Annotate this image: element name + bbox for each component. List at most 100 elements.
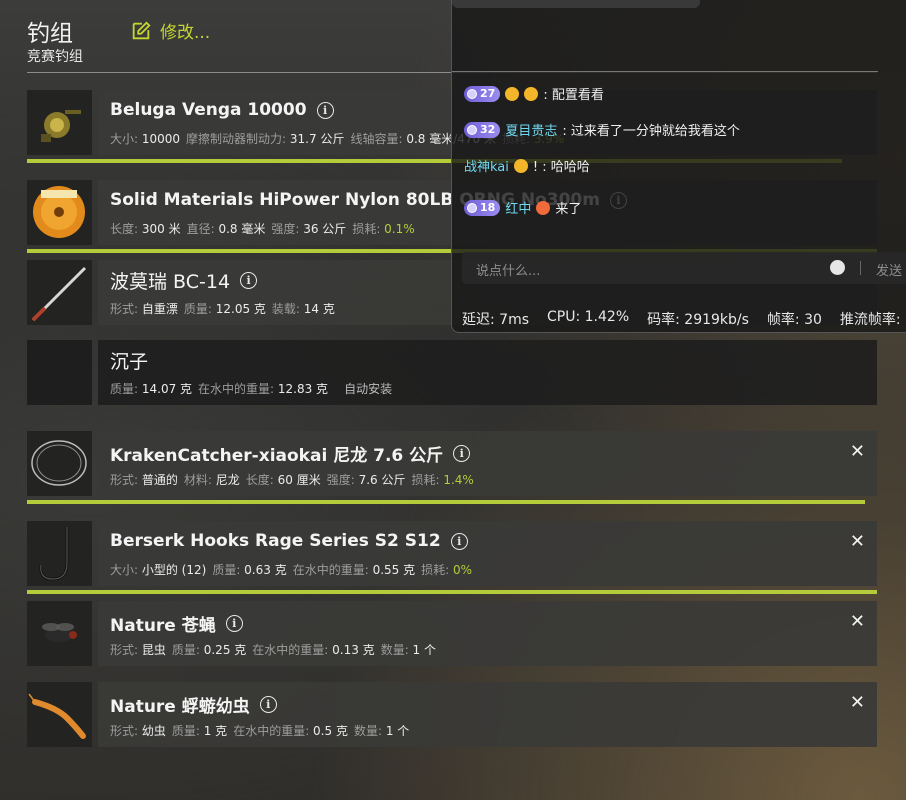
emoji-icon xyxy=(505,86,520,101)
prop-label: 质量: xyxy=(183,302,216,316)
level-badge: 32 xyxy=(464,121,501,138)
item-props: 形式: 普通的 材料: 尼龙 长度: 60 厘米 强度: 7.6 公斤 损耗: 1.4% xyxy=(110,471,480,488)
stream-stats: 延迟: 7ms CPU: 1.42% 码率: 2919kb/s 帧率: 30 推… xyxy=(462,309,906,329)
gem-icon xyxy=(467,202,477,213)
wear-bar xyxy=(27,590,877,594)
info-icon[interactable]: i xyxy=(453,445,471,462)
prop-label: 数量: xyxy=(353,724,386,738)
prop-value: 昆虫 xyxy=(141,643,166,657)
prop-value: 10000 xyxy=(141,132,181,146)
message-text: 来了 xyxy=(555,202,582,217)
prop-label: 大小: xyxy=(110,563,142,577)
prop-value: 14.07 克 xyxy=(141,382,193,396)
wear-bar xyxy=(27,500,865,504)
info-icon[interactable]: i xyxy=(316,101,334,119)
item-name: Berserk Hooks Rage Series S2 S12 xyxy=(110,531,441,551)
chat-username[interactable]: 红中 xyxy=(505,198,531,217)
tackle-card: Nature 蜉蝣幼虫 i 形式: 幼虫 质量: 1 克在水中的重量: 0.5 克数… xyxy=(98,682,877,747)
item-name: KrakenCatcher-xiaokai 尼龙 7.6 公斤 xyxy=(110,446,444,466)
item-name: Beluga Venga 10000 xyxy=(110,100,307,120)
tackle-row-hook[interactable]: Berserk Hooks Rage Series S2 S12 i 大小: 小型… xyxy=(27,521,877,594)
chat-top-tab xyxy=(452,0,700,8)
level-badge: 27 xyxy=(464,85,501,102)
prop-value: 1 克 xyxy=(203,724,228,738)
chat-message: 32 夏目贵志 : 过来看了一分钟就给我看这个 xyxy=(464,120,740,139)
prop-value: 0.8 毫米 xyxy=(218,222,266,236)
prop-label: 质量: xyxy=(171,724,204,738)
emoji-picker-icon[interactable] xyxy=(830,260,845,275)
prop-label: 大小: xyxy=(110,132,142,146)
tackle-row-bait-larva[interactable]: Nature 蜉蝣幼虫 i 形式: 幼虫 质量: 1 克在水中的重量: 0.5 克数… xyxy=(27,682,877,747)
close-icon[interactable]: ✕ xyxy=(850,441,865,462)
item-props: 形式: 幼虫 质量: 1 克在水中的重量: 0.5 克数量: 1 个 xyxy=(110,722,415,739)
tackle-card: Nature 苍蝇 i 形式: 昆虫 质量: 0.25 克在水中的重量: 0.13 … xyxy=(98,601,877,666)
chat-username[interactable]: 夏目贵志 xyxy=(505,120,557,139)
close-icon[interactable]: ✕ xyxy=(850,531,865,552)
tackle-row-leader[interactable]: KrakenCatcher-xiaokai 尼龙 7.6 公斤 i 形式: 普通的… xyxy=(27,431,877,504)
prop-value: 尼龙 xyxy=(215,473,240,487)
info-icon[interactable]: i xyxy=(240,272,258,289)
item-props: 质量: 14.07 克在水中的重量: 12.83 克 自动安装 xyxy=(110,380,398,397)
prop-label: 在水中的重量: xyxy=(233,724,314,738)
info-icon[interactable]: i xyxy=(259,696,277,713)
close-icon[interactable]: ✕ xyxy=(850,692,865,713)
chat-input[interactable]: 说点什么... 发送 xyxy=(462,252,906,284)
prop-value: 自重漂 xyxy=(141,302,178,316)
prop-label: 损耗: xyxy=(352,222,385,236)
prop-value: 0.63 克 xyxy=(244,563,287,577)
sinker-image xyxy=(27,340,92,405)
tackle-row-sinker[interactable]: 沉子 质量: 14.07 克在水中的重量: 12.83 克 自动安装 xyxy=(27,340,877,405)
info-icon[interactable]: i xyxy=(450,532,468,550)
prop-value: 12.83 克 xyxy=(277,382,329,396)
reel-image xyxy=(27,90,92,155)
prop-label: 质量: xyxy=(171,643,204,657)
gem-icon xyxy=(467,88,477,99)
message-text: : 过来看了一分钟就给我看这个 xyxy=(562,124,740,139)
prop-value: 普通的 xyxy=(141,473,178,487)
prop-label: 长度: xyxy=(110,222,142,236)
message-text: ! : 哈哈哈 xyxy=(532,160,590,175)
prop-label: 形式: xyxy=(110,302,142,316)
info-icon[interactable]: i xyxy=(225,615,243,632)
send-button[interactable]: 发送 xyxy=(876,260,902,279)
stat-bitrate: 码率: 2919kb/s xyxy=(647,312,749,328)
item-props: 形式: 自重漂 质量: 12.05 克装载: 14 克 xyxy=(110,300,341,317)
prop-label: 强度: xyxy=(271,222,304,236)
prop-value: 0.5 克 xyxy=(313,724,348,738)
prop-value: 14 克 xyxy=(303,302,335,316)
prop-value: 12.05 克 xyxy=(215,302,266,316)
tackle-row-bait-fly[interactable]: Nature 苍蝇 i 形式: 昆虫 质量: 0.25 克在水中的重量: 0.13 … xyxy=(27,601,877,666)
prop-value: 幼虫 xyxy=(141,724,166,738)
prop-label: 形式: xyxy=(110,473,142,487)
prop-value: 0.1% xyxy=(384,222,415,236)
prop-label: 形式: xyxy=(110,643,142,657)
prop-label: 质量: xyxy=(110,382,142,396)
page-subtitle: 竞赛钓组 xyxy=(27,49,83,65)
larva-bait-image xyxy=(27,682,92,747)
item-name: 沉子 xyxy=(110,351,149,373)
prop-value: 31.7 公斤 xyxy=(289,132,345,146)
prop-label: 直径: xyxy=(186,222,219,236)
tackle-card: KrakenCatcher-xiaokai 尼龙 7.6 公斤 i 形式: 普通的… xyxy=(98,431,877,496)
prop-value: 36 公斤 xyxy=(303,222,347,236)
prop-label: 在水中的重量: xyxy=(292,563,373,577)
tackle-card: Berserk Hooks Rage Series S2 S12 i 大小: 小型… xyxy=(98,521,877,586)
prop-label: 长度: xyxy=(245,473,278,487)
prop-value: 60 厘米 xyxy=(277,473,321,487)
item-name: 波莫瑞 BC-14 xyxy=(110,271,231,293)
close-icon[interactable]: ✕ xyxy=(850,611,865,632)
message-text: : 配置看看 xyxy=(543,88,604,103)
prop-label: 形式: xyxy=(110,724,142,738)
prop-value: 1 个 xyxy=(412,643,436,657)
edit-button[interactable]: 修改... xyxy=(130,18,210,43)
chat-username[interactable]: 战神kai xyxy=(464,156,509,175)
chat-message: 18 红中 来了 xyxy=(464,198,581,217)
prop-label: 摩擦制动器制动力: xyxy=(186,132,290,146)
prop-label: 在水中的重量: xyxy=(198,382,278,396)
emoji-icon xyxy=(524,86,539,101)
stat-latency: 延迟: 7ms xyxy=(462,312,530,328)
stat-push-fps: 推流帧率: 30 xyxy=(839,312,906,328)
edit-label: 修改... xyxy=(160,23,211,43)
stat-fps: 帧率: 30 xyxy=(766,312,822,328)
page-title: 钓组 xyxy=(27,21,73,47)
